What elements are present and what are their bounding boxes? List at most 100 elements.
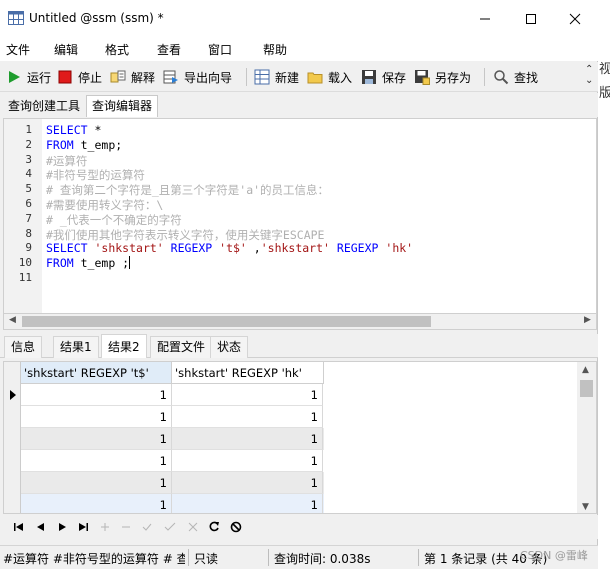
column-header[interactable]: 'shkstart' REGEXP 't$' [21, 362, 172, 384]
table-cell[interactable]: 1 [21, 428, 172, 450]
minus-icon [122, 526, 130, 528]
save-button[interactable]: 保存 [361, 66, 406, 88]
load-label: 载入 [328, 70, 353, 85]
save-as-button[interactable]: 另存为 [414, 66, 471, 88]
table-cell[interactable]: 1 [172, 472, 323, 494]
stop-loading-button[interactable] [229, 521, 243, 533]
tab-profile[interactable]: 配置文件 [150, 336, 213, 358]
menu-window[interactable]: 窗口 [208, 41, 232, 58]
sql-editor[interactable]: 1 2 3 4 5 6 7 8 9 10 11 SELECT * FROM t_emp; #运算符 #非符… [3, 118, 597, 314]
discard-button[interactable] [186, 521, 200, 533]
code-token: SELECT [46, 123, 88, 137]
last-record-button[interactable] [76, 521, 90, 533]
scroll-down-icon[interactable]: ▼ [582, 502, 589, 512]
menu-view[interactable]: 查看 [157, 41, 181, 58]
run-button[interactable]: 运行 [6, 66, 51, 88]
tab-query-builder[interactable]: 查询创建工具 [2, 95, 86, 117]
scroll-thumb[interactable] [580, 380, 593, 397]
table-row[interactable]: 11 [21, 406, 324, 428]
tab-status[interactable]: 状态 [210, 336, 249, 358]
new-query-icon [254, 69, 270, 85]
export-wizard-button[interactable]: 导出向导 [163, 66, 232, 88]
first-record-icon [14, 523, 23, 531]
status-query-snippet: #运算符 #非符号型的运算符 # 查 [3, 552, 185, 566]
status-query-time: 查询时间: 0.038s [274, 552, 371, 566]
discard-icon [188, 522, 198, 532]
tab-info[interactable]: 信息 [4, 336, 43, 358]
tab-query-editor[interactable]: 查询编辑器 [86, 95, 159, 117]
minimize-icon [480, 18, 490, 19]
line-number: 3 [25, 152, 32, 166]
scroll-up-icon[interactable]: ▲ [582, 365, 589, 375]
code-token: REGEXP [336, 241, 379, 256]
refresh-button[interactable] [207, 521, 221, 533]
save-as-icon [415, 70, 430, 85]
new-label: 新建 [275, 70, 300, 85]
table-cell[interactable]: 1 [21, 450, 172, 472]
code-line: SELECT 'shkstart' REGEXP 't$' ,'shkstart… [46, 241, 413, 255]
apply-button[interactable] [163, 521, 177, 533]
scroll-right-icon[interactable]: ▶ [584, 315, 591, 325]
save-icon [362, 70, 376, 84]
watermark: CSDN @雷峰 [520, 549, 588, 562]
code-token: #运算符 [46, 153, 88, 168]
table-cell[interactable]: 1 [21, 494, 172, 513]
status-separator [418, 549, 419, 566]
text-cursor [129, 256, 131, 270]
column-header[interactable]: 'shkstart' REGEXP 'hk' [172, 362, 324, 384]
menu-file[interactable]: 文件 [6, 41, 30, 58]
table-cell[interactable]: 1 [172, 428, 323, 450]
grid-vertical-scrollbar[interactable]: ▲ ▼ [577, 362, 596, 513]
menu-edit[interactable]: 编辑 [54, 41, 78, 58]
code-token: SELECT [46, 241, 88, 256]
line-number: 8 [25, 226, 32, 240]
add-record-button[interactable] [98, 521, 112, 533]
menu-help[interactable]: 帮助 [263, 41, 287, 58]
tab-result-2[interactable]: 结果2 [101, 334, 147, 358]
table-cell[interactable]: 1 [172, 384, 323, 406]
find-button[interactable]: 查找 [493, 66, 538, 88]
table-row[interactable]: 11 [21, 450, 324, 472]
export-wizard-label: 导出向导 [184, 70, 233, 85]
table-row[interactable]: 11 [21, 428, 324, 450]
line-number: 9 [25, 241, 32, 255]
table-cell[interactable]: 1 [21, 472, 172, 494]
scroll-left-icon[interactable]: ◀ [9, 315, 16, 325]
menu-format[interactable]: 格式 [105, 41, 129, 58]
toolbar-overflow-icon[interactable]: ⌃ ⌄ [585, 64, 593, 86]
maximize-button[interactable] [508, 0, 554, 37]
status-separator [188, 549, 189, 566]
close-button[interactable] [552, 0, 598, 37]
minimize-button[interactable] [462, 0, 508, 37]
table-cell[interactable]: 1 [21, 406, 172, 428]
play-icon [9, 71, 20, 83]
load-button[interactable]: 载入 [307, 66, 352, 88]
line-number: 4 [25, 167, 32, 181]
edit-record-button[interactable] [140, 521, 154, 533]
status-bar: #运算符 #非符号型的运算符 # 查 只读 查询时间: 0.038s 第 1 条… [0, 545, 598, 569]
close-icon [569, 13, 581, 24]
refresh-icon [209, 521, 219, 532]
table-row[interactable]: 11 [21, 384, 324, 406]
scroll-thumb[interactable] [22, 316, 431, 327]
stop-button[interactable]: 停止 [57, 66, 102, 88]
editor-horizontal-scrollbar[interactable]: ◀ ▶ [3, 314, 597, 330]
table-row[interactable]: 11 [21, 494, 324, 513]
table-row[interactable]: 11 [21, 472, 324, 494]
new-button[interactable]: 新建 [254, 66, 299, 88]
line-number: 6 [25, 197, 32, 210]
table-cell[interactable]: 1 [21, 384, 172, 406]
next-record-button[interactable] [55, 521, 69, 533]
background-text: 视 [599, 62, 610, 77]
table-cell[interactable]: 1 [172, 406, 323, 428]
prev-record-button[interactable] [34, 521, 48, 533]
first-record-button[interactable] [12, 521, 26, 533]
stop-label: 停止 [78, 70, 103, 85]
explain-button[interactable]: 解释 [110, 66, 155, 88]
code-line: #我们使用其他字符表示转义字符，使用关键字ESCAPE [46, 227, 324, 243]
table-cell[interactable]: 1 [172, 450, 323, 472]
delete-record-button[interactable] [119, 521, 133, 533]
tab-result-1[interactable]: 结果1 [53, 336, 99, 358]
table-cell[interactable]: 1 [172, 494, 323, 513]
result-grid[interactable]: 'shkstart' REGEXP 't$' 'shkstart' REGEXP… [3, 361, 597, 514]
